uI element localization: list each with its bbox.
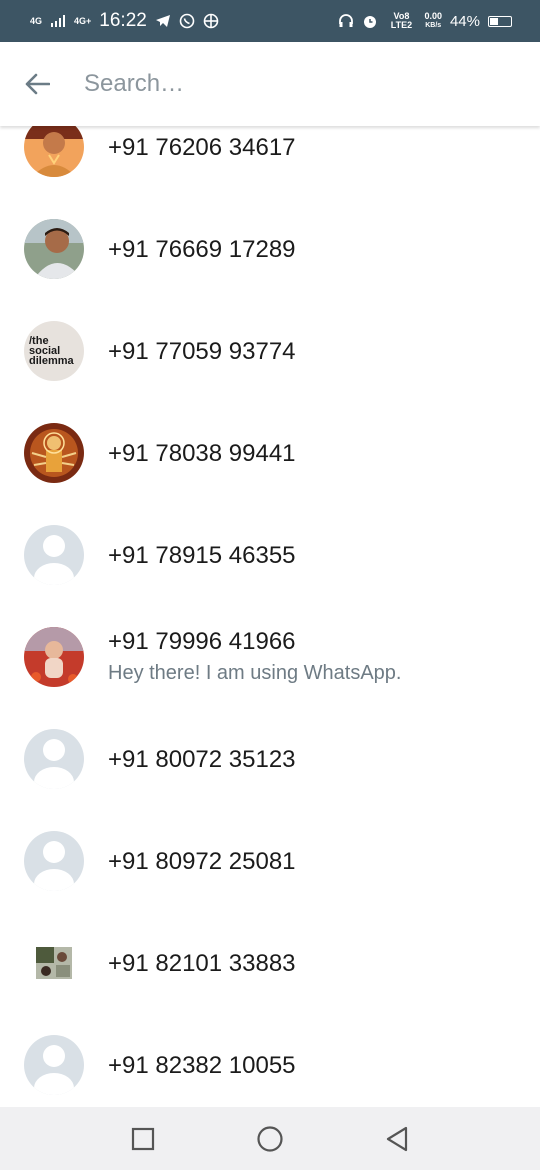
avatar-text-line: dilemma <box>29 355 74 367</box>
avatar[interactable] <box>24 627 84 687</box>
network-speed-value: 0.00 <box>424 11 442 21</box>
network-indicator-2: 4G+ <box>74 15 92 26</box>
network-speed: 0.00 KB/s <box>424 12 442 30</box>
avatar[interactable] <box>24 423 84 483</box>
contact-name: +91 80972 25081 <box>108 848 296 875</box>
battery-percent: 44% <box>449 12 480 30</box>
default-avatar-icon[interactable] <box>24 831 84 891</box>
contact-row[interactable]: +91 80972 25081 <box>0 810 540 912</box>
contact-row[interactable]: +91 80072 35123 <box>0 708 540 810</box>
contact-row[interactable]: +91 76669 17289 <box>0 198 540 300</box>
battery-icon <box>488 15 512 27</box>
search-input[interactable] <box>82 69 486 99</box>
square-icon <box>132 1127 155 1150</box>
avatar[interactable]: /the social dilemma <box>24 321 84 381</box>
network-speed-unit: KB/s <box>425 22 442 29</box>
telegram-icon <box>155 13 171 29</box>
status-bar-left: 4G 4G+ 16:22 <box>30 10 219 32</box>
contact-name: +91 78038 99441 <box>108 440 296 467</box>
status-bar-right: Vo8 LTE2 0.00 KB/s 44% <box>338 12 512 30</box>
contact-name: +91 76669 17289 <box>108 236 296 263</box>
search-header <box>0 42 540 126</box>
contact-row[interactable]: +91 82382 10055 <box>0 1014 540 1107</box>
contact-name: +91 78915 46355 <box>108 542 296 569</box>
volte-indicator: Vo8 LTE2 <box>390 11 413 30</box>
clock: 16:22 <box>99 10 147 31</box>
contact-name: +91 82101 33883 <box>108 950 296 977</box>
contact-name: +91 77059 93774 <box>108 338 296 365</box>
contact-row[interactable]: +91 76206 34617 <box>0 126 540 198</box>
contact-name: +91 82382 10055 <box>108 1052 296 1079</box>
alarm-icon <box>362 13 378 29</box>
avatar[interactable] <box>24 126 84 177</box>
contact-row[interactable]: +91 79996 41966 Hey there! I am using Wha… <box>0 606 540 708</box>
signal-icon <box>50 13 66 29</box>
back-arrow-icon[interactable] <box>22 69 52 99</box>
contact-row[interactable]: +91 82101 33883 <box>0 912 540 1014</box>
default-avatar-icon[interactable] <box>24 729 84 789</box>
default-avatar-icon[interactable] <box>24 525 84 585</box>
battery-fill <box>490 17 498 25</box>
navigation-bar <box>0 1107 540 1170</box>
home-button[interactable] <box>250 1119 290 1159</box>
shield-icon <box>203 13 219 29</box>
contact-name: +91 80072 35123 <box>108 746 296 773</box>
contact-about: Hey there! I am using WhatsApp. <box>108 662 402 684</box>
contact-name: +91 76206 34617 <box>108 134 296 161</box>
avatar[interactable] <box>24 933 84 993</box>
contact-row[interactable]: /the social dilemma +91 77059 93774 <box>0 300 540 402</box>
network-indicator-1: 4G <box>30 15 43 26</box>
triangle-back-icon <box>386 1126 407 1151</box>
contact-name: +91 79996 41966 <box>108 628 296 655</box>
default-avatar-icon[interactable] <box>24 1035 84 1095</box>
contact-row[interactable]: +91 78038 99441 <box>0 402 540 504</box>
status-bar: 4G 4G+ 16:22 Vo8 LTE2 0.00 KB/s 44% <box>0 0 540 42</box>
whatsapp-icon <box>179 13 195 29</box>
contact-row[interactable]: +91 78915 46355 <box>0 504 540 606</box>
avatar[interactable] <box>24 219 84 279</box>
contact-list[interactable]: +91 76206 34617 +91 76669 17289/the social… <box>0 126 540 1107</box>
avatar-text: /the social dilemma <box>29 336 74 367</box>
back-button[interactable] <box>377 1119 417 1159</box>
circle-icon <box>257 1125 283 1152</box>
recents-button[interactable] <box>123 1119 163 1159</box>
headphones-icon <box>338 13 354 29</box>
